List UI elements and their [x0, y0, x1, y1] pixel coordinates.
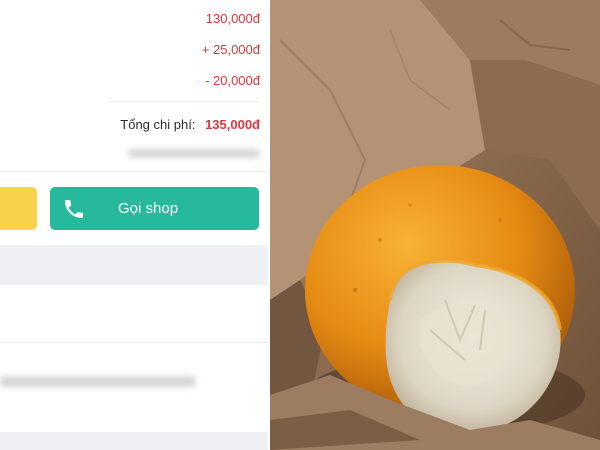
blurred-address-text — [0, 376, 196, 387]
yellow-action-button[interactable] — [0, 187, 37, 230]
total-value: 135,000đ — [205, 117, 260, 132]
lower-divider — [0, 342, 268, 343]
bottom-gray-band — [0, 432, 268, 450]
gray-separator-band — [0, 245, 268, 285]
orange-photo — [270, 0, 600, 450]
total-label: Tổng chi phí: — [120, 117, 196, 132]
call-shop-label: Gọi shop — [118, 200, 179, 217]
order-summary-panel: 130,000đ + 25,000đ - 20,000đ Tổng chi ph… — [0, 0, 268, 450]
phone-icon — [62, 197, 86, 221]
summary-divider — [108, 101, 260, 102]
section-divider — [0, 171, 268, 172]
shipping-fee-amount: + 25,000đ — [201, 42, 260, 57]
call-shop-button[interactable]: Gọi shop — [50, 187, 259, 230]
subtotal-amount: 130,000đ — [205, 11, 260, 26]
discount-amount: - 20,000đ — [205, 73, 260, 88]
blurred-order-code — [128, 149, 260, 158]
total-row: Tổng chi phí: 135,000đ — [120, 117, 260, 132]
